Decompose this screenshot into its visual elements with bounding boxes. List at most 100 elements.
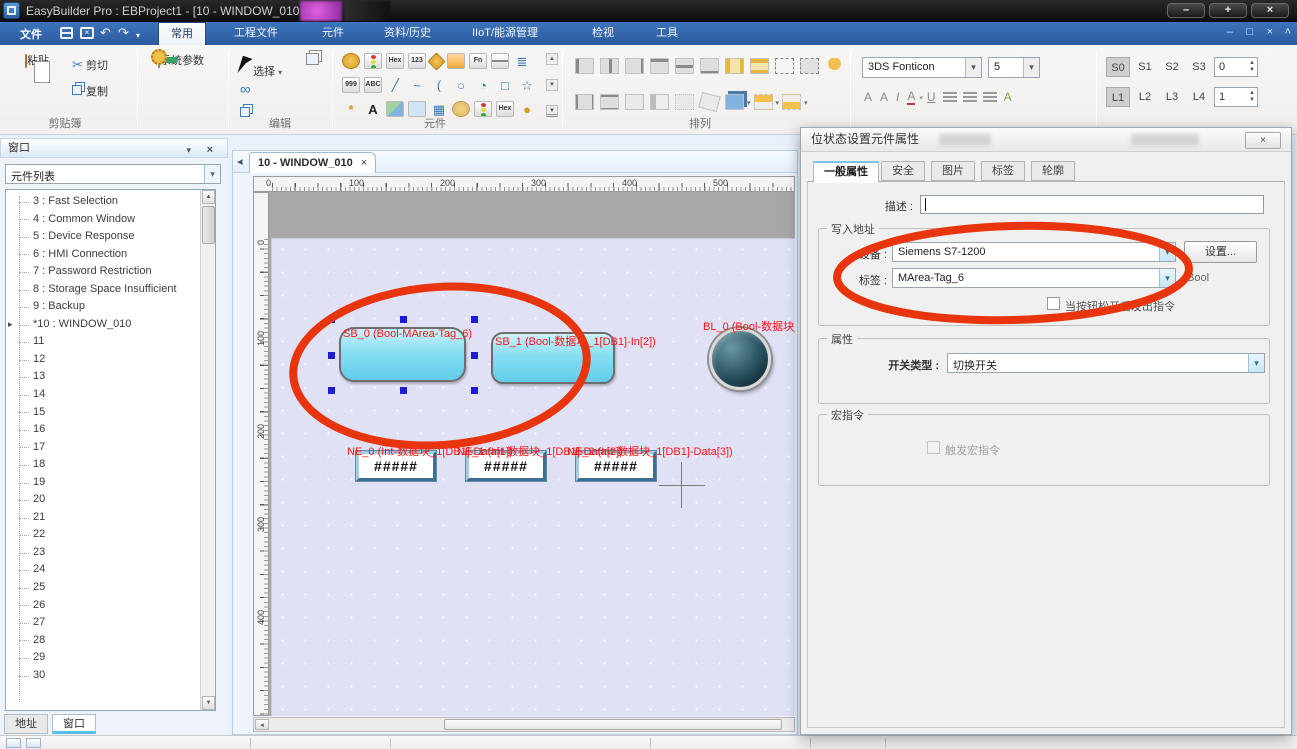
toggle-switch-icon[interactable] <box>447 53 465 69</box>
switch-type-select[interactable]: 切换开关 ▾ <box>947 353 1265 373</box>
doc-minimize-icon[interactable]: – <box>1227 26 1233 38</box>
align-text-right-icon[interactable] <box>983 92 997 102</box>
state-s1-button[interactable]: S1 <box>1133 57 1157 77</box>
panel-close-icon[interactable]: × <box>207 141 213 159</box>
state-l-spinner[interactable]: 1 ▲ ▼ <box>1214 87 1258 107</box>
release-command-checkbox[interactable] <box>1047 297 1060 310</box>
tree-item-window-010[interactable]: ▸*10 : WINDOW_010 <box>6 316 186 334</box>
width-equal-icon[interactable] <box>725 58 744 74</box>
redo-icon[interactable]: ↷ <box>118 26 129 40</box>
arc-icon[interactable]: ( <box>430 77 448 93</box>
trigger-macro-checkbox[interactable] <box>927 441 940 454</box>
tree-item[interactable]: 27 <box>6 614 186 632</box>
tree-item[interactable]: 30 <box>6 667 186 685</box>
tree-item[interactable]: 29 <box>6 649 186 667</box>
doc-restore-icon[interactable]: □ <box>1246 26 1253 38</box>
font-size-select[interactable]: 5▾ <box>988 57 1040 78</box>
hex2-icon[interactable]: Hex <box>496 101 514 117</box>
state-s-spinner[interactable]: 0 ▲ ▼ <box>1214 57 1258 77</box>
select-button[interactable]: 选择 ▾ <box>240 57 282 79</box>
layer-down-dropdown-icon[interactable]: ▾ <box>804 100 808 107</box>
tree-item[interactable]: 26 <box>6 597 186 615</box>
tree-item[interactable]: 24 <box>6 561 186 579</box>
numeric-object-icon[interactable]: 999 <box>342 77 360 93</box>
tab-scroll-left-icon[interactable]: ◂ <box>237 155 243 168</box>
selection-handle[interactable] <box>471 387 478 394</box>
ungroup-icon[interactable] <box>800 58 819 74</box>
tab-tool[interactable]: 工具 <box>644 22 690 45</box>
tree-scrollbar[interactable]: ▲ ▼ <box>200 190 215 710</box>
description-input[interactable] <box>920 195 1264 214</box>
canvas-hscrollbar[interactable]: ◂ <box>253 717 795 732</box>
ribbon-collapse-icon[interactable]: ˄ <box>1285 26 1291 38</box>
settings-button[interactable]: 设置... <box>1184 241 1257 263</box>
tab-close-icon[interactable]: × <box>361 157 367 169</box>
tab-data-history[interactable]: 资料/历史 <box>372 22 443 45</box>
doc-close-icon[interactable]: × <box>1267 26 1273 38</box>
pin-icon[interactable] <box>825 58 844 74</box>
dialog-tab-security[interactable]: 安全 <box>881 161 925 181</box>
element-scroll-up-icon[interactable]: ▲ <box>546 53 558 65</box>
dialog-tab-label[interactable]: 标签 <box>981 161 1025 181</box>
layer-up-icon[interactable] <box>754 94 773 110</box>
tree-item[interactable]: 11 <box>6 333 186 351</box>
tag2-icon[interactable]: ● <box>518 101 536 117</box>
fit-icon[interactable] <box>675 94 694 110</box>
tree-item[interactable]: 5 : Device Response <box>6 228 186 246</box>
rectangle-icon[interactable]: □ <box>496 77 514 93</box>
tree-item[interactable]: 28 <box>6 632 186 650</box>
align-text-center-icon[interactable] <box>963 92 977 102</box>
dialog-tab-general[interactable]: 一般属性 <box>813 161 879 183</box>
state-l2-button[interactable]: L2 <box>1133 87 1157 107</box>
tree-item[interactable]: 22 <box>6 526 186 544</box>
window-copy-icon[interactable] <box>306 53 323 68</box>
font-increase-icon[interactable]: A <box>864 90 872 104</box>
circle-icon[interactable]: ○ <box>452 77 470 93</box>
selection-handle[interactable] <box>471 352 478 359</box>
tab-common[interactable]: 常用 <box>158 22 206 45</box>
scroll-thumb[interactable] <box>202 206 215 244</box>
align-top-icon[interactable] <box>650 58 669 74</box>
dialog-tab-profile[interactable]: 轮廓 <box>1031 161 1075 181</box>
star-icon[interactable]: ☆ <box>518 77 536 93</box>
multi-select-icon[interactable]: ∞ <box>240 81 251 98</box>
align-left-icon[interactable] <box>575 58 594 74</box>
text-icon[interactable]: A <box>364 101 382 117</box>
tree-item[interactable]: 12 <box>6 351 186 369</box>
selection-handle[interactable] <box>328 387 335 394</box>
tab-project-file[interactable]: 工程文件 <box>222 22 290 45</box>
dialog-tab-picture[interactable]: 图片 <box>931 161 975 181</box>
align-middle-icon[interactable] <box>675 58 694 74</box>
scroll-thumb[interactable] <box>444 719 782 730</box>
tree-item[interactable]: 18 <box>6 456 186 474</box>
tab-iiot-energy[interactable]: IIoT/能源管理 <box>460 22 550 45</box>
group-icon[interactable] <box>775 58 794 74</box>
state-s2-button[interactable]: S2 <box>1160 57 1184 77</box>
rotate-icon[interactable] <box>698 92 720 112</box>
minimize-button[interactable]: – <box>1167 3 1205 18</box>
font-color-icon[interactable]: A <box>907 89 915 105</box>
distribute-h-icon[interactable] <box>575 94 594 110</box>
close-button[interactable]: × <box>1251 3 1289 18</box>
hmi-window-page[interactable]: SB_0 (Bool-MArea-Tag_6) SB_1 (Bool-数据块_1… <box>271 238 795 716</box>
cut-button[interactable]: ✂ 剪切 <box>72 57 108 73</box>
maximize-button[interactable]: + <box>1209 3 1247 18</box>
bit-lamp-icon[interactable] <box>342 53 360 69</box>
align-right-icon[interactable] <box>625 58 644 74</box>
tree-item[interactable]: 19 <box>6 474 186 492</box>
set-word-icon[interactable]: 123 <box>408 53 426 69</box>
state-l3-button[interactable]: L3 <box>1160 87 1184 107</box>
selection-handle[interactable] <box>471 316 478 323</box>
underline-icon[interactable]: U <box>927 90 936 104</box>
slider-icon[interactable] <box>491 53 509 69</box>
state-l4-button[interactable]: L4 <box>1187 87 1211 107</box>
dialog-close-button[interactable]: × <box>1245 132 1281 149</box>
tree-item[interactable]: 6 : HMI Connection <box>6 246 186 264</box>
device-select[interactable]: Siemens S7-1200 ▾ <box>892 242 1176 262</box>
tree-item[interactable]: 21 <box>6 509 186 527</box>
layer-front-icon[interactable] <box>725 94 744 110</box>
tree-item[interactable]: 7 : Password Restriction <box>6 263 186 281</box>
tree-item[interactable]: 13 <box>6 368 186 386</box>
font-family-select[interactable]: 3DS Fonticon▾ <box>862 57 982 78</box>
font-apply-icon[interactable]: A <box>1004 90 1012 104</box>
